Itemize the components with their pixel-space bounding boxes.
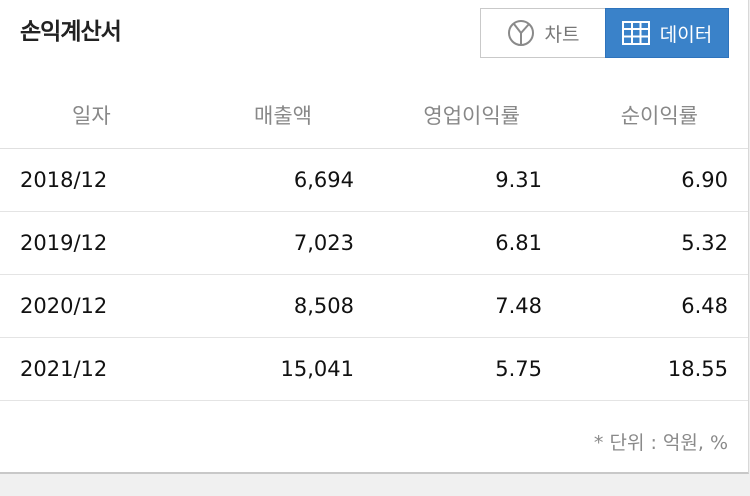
table-row: 2019/12 7,023 6.81 5.32 [0,212,748,275]
net-margin-cell: 6.90 [681,168,728,192]
column-header-sales: 매출액 [254,104,312,128]
table-row: 2020/12 8,508 7.48 6.48 [0,275,748,338]
page-title: 손익계산서 [20,19,122,45]
income-statement-card: 손익계산서 차트 데이터 일자 매출액 영업이익률 순이익률 2018/12 6… [0,0,749,474]
data-view-label: 데이터 [659,23,713,46]
chart-view-button[interactable]: 차트 [480,8,605,58]
sales-cell: 7,023 [293,231,354,255]
table-row: 2021/12 15,041 5.75 18.55 [0,338,748,401]
operating-margin-cell: 5.75 [495,357,542,381]
date-cell: 2018/12 [20,168,108,192]
operating-margin-cell: 7.48 [495,294,542,318]
card-header: 손익계산서 차트 데이터 [0,0,748,66]
net-margin-cell: 18.55 [667,357,728,381]
operating-margin-cell: 9.31 [495,168,542,192]
net-margin-cell: 5.32 [681,231,728,255]
income-table: 일자 매출액 영업이익률 순이익률 2018/12 6,694 9.31 6.9… [0,86,748,401]
table-header-row: 일자 매출액 영업이익률 순이익률 [0,86,748,149]
column-header-net-margin: 순이익률 [620,104,698,128]
net-margin-cell: 6.48 [681,294,728,318]
date-cell: 2019/12 [20,231,108,255]
view-toggle: 차트 데이터 [480,8,729,58]
unit-note: * 단위 : 억원, % [593,432,728,454]
date-cell: 2020/12 [20,294,108,318]
data-view-button[interactable]: 데이터 [605,8,729,58]
sales-cell: 8,508 [293,294,354,318]
pie-chart-icon [507,19,535,47]
table-grid-icon [621,21,650,45]
column-header-operating-margin: 영업이익률 [423,104,520,128]
date-cell: 2021/12 [20,357,108,381]
sales-cell: 15,041 [280,357,354,381]
chart-view-label: 차트 [544,23,580,46]
column-header-date: 일자 [72,104,111,128]
operating-margin-cell: 6.81 [495,231,542,255]
table-row: 2018/12 6,694 9.31 6.90 [0,149,748,212]
sales-cell: 6,694 [293,168,354,192]
